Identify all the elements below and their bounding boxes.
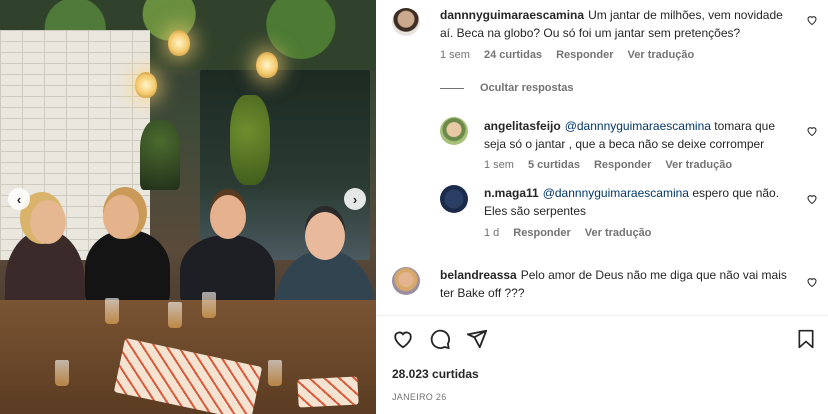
translate-button[interactable]: Ver tradução xyxy=(585,227,652,239)
reply-button[interactable]: Responder xyxy=(594,159,651,171)
heart-icon[interactable] xyxy=(392,328,414,350)
hanging-lamp xyxy=(135,72,157,98)
comment-likes[interactable]: 5 curtidas xyxy=(528,159,580,171)
section-divider xyxy=(376,315,828,316)
comment-time[interactable]: 1 d xyxy=(484,227,499,239)
heart-icon[interactable] xyxy=(806,125,818,137)
comment-icon[interactable] xyxy=(429,328,451,350)
comment-time[interactable]: 1 sem xyxy=(484,159,514,171)
post-date[interactable]: JANEIRO 26 xyxy=(392,392,447,402)
person-3-head xyxy=(210,195,246,239)
chevron-right-icon[interactable]: › xyxy=(344,188,366,210)
comment-username[interactable]: angelitasfeijo xyxy=(484,119,561,133)
chevron-left-icon[interactable]: ‹ xyxy=(8,188,30,210)
person-3 xyxy=(180,235,275,310)
likes-count[interactable]: 28.023 curtidas xyxy=(392,367,479,381)
reply: angelitasfeijo @dannnyguimaraescamina tom… xyxy=(484,117,794,153)
placemat xyxy=(297,376,359,408)
comment-username[interactable]: dannnyguimaraescamina xyxy=(440,8,584,22)
heart-icon[interactable] xyxy=(806,276,818,288)
glass xyxy=(202,292,216,318)
comment: dannnyguimaraescamina Um jantar de milhõe… xyxy=(440,6,790,42)
person-2-head xyxy=(103,195,139,239)
comment-meta: 1 sem 24 curtidas Responder Ver tradução xyxy=(440,49,708,61)
comment-username[interactable]: belandreassa xyxy=(440,268,517,282)
mention-link[interactable]: @dannnyguimaraescamina xyxy=(543,186,689,200)
comments-panel: dannnyguimaraescamina Um jantar de milhõe… xyxy=(376,0,828,414)
banana-bunch xyxy=(230,95,270,185)
heart-icon[interactable] xyxy=(806,193,818,205)
hanging-lamp xyxy=(168,30,190,56)
mention-link[interactable]: @dannnyguimaraescamina xyxy=(565,119,711,133)
comment-time[interactable]: 1 sem xyxy=(440,49,470,61)
glass xyxy=(268,360,282,386)
glass xyxy=(55,360,69,386)
hide-replies-label: Ocultar respostas xyxy=(480,82,574,94)
post-photo: ‹ › xyxy=(0,0,376,414)
comment-meta: 1 d Responder Ver tradução xyxy=(484,227,665,239)
heart-icon[interactable] xyxy=(806,14,818,26)
reply-button[interactable]: Responder xyxy=(513,227,570,239)
person-2 xyxy=(85,230,170,310)
comment: belandreassa Pelo amor de Deus não me dig… xyxy=(440,266,790,302)
potted-plant xyxy=(140,120,180,190)
person-4-head xyxy=(305,212,345,260)
person-1-head xyxy=(30,200,66,244)
hide-replies-button[interactable]: Ocultar respostas xyxy=(440,82,574,94)
send-icon[interactable] xyxy=(466,328,488,350)
translate-button[interactable]: Ver tradução xyxy=(628,49,695,61)
glass xyxy=(168,302,182,328)
comment-meta: 1 sem 5 curtidas Responder Ver tradução xyxy=(484,159,746,171)
hanging-lamp xyxy=(256,52,278,78)
comment-username[interactable]: n.maga11 xyxy=(484,186,539,200)
glass xyxy=(105,298,119,324)
reply: n.maga11 @dannnyguimaraescamina espero qu… xyxy=(484,184,794,220)
comment-likes[interactable]: 24 curtidas xyxy=(484,49,542,61)
avatar[interactable] xyxy=(440,185,468,213)
avatar[interactable] xyxy=(392,267,420,295)
bookmark-icon[interactable] xyxy=(796,328,816,350)
divider-line xyxy=(440,87,464,89)
translate-button[interactable]: Ver tradução xyxy=(665,159,732,171)
avatar[interactable] xyxy=(392,8,420,36)
avatar[interactable] xyxy=(440,117,468,145)
reply-button[interactable]: Responder xyxy=(556,49,613,61)
